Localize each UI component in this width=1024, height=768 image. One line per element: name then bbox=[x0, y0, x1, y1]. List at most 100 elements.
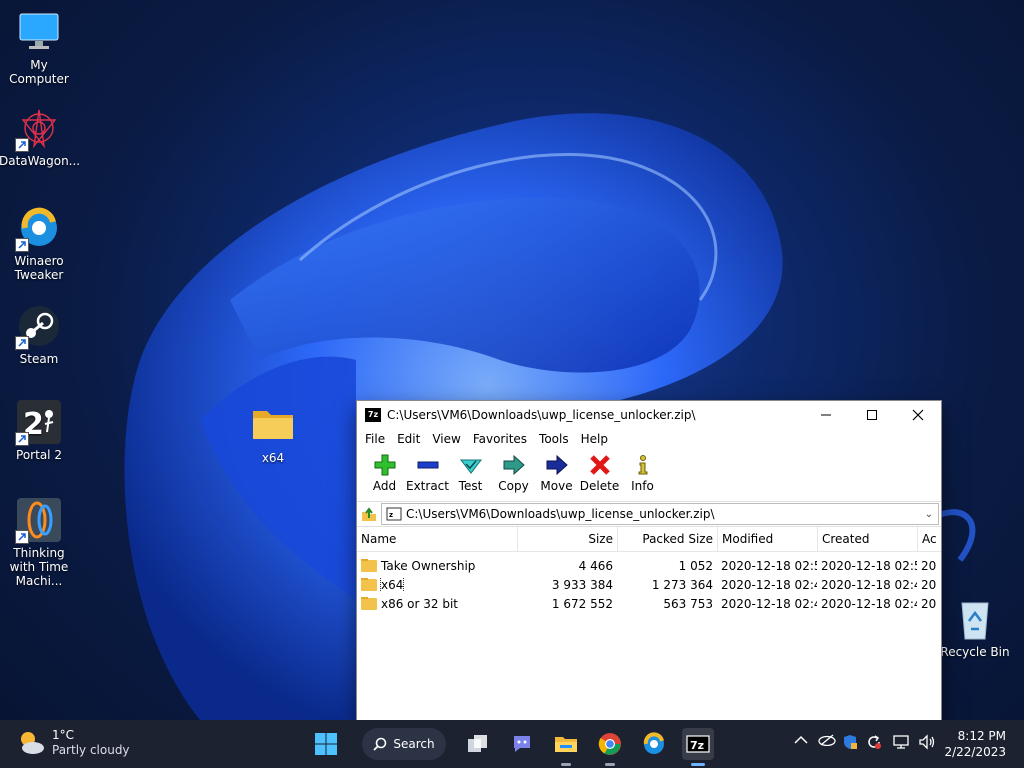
desktop-icon-label: My Computer bbox=[9, 58, 69, 86]
row-size: 1 672 552 bbox=[551, 596, 613, 611]
column-header-packed-size[interactable]: Packed Size bbox=[617, 527, 717, 551]
address-dropdown-chevron-icon[interactable]: ⌄ bbox=[920, 509, 938, 520]
delete-x-icon bbox=[589, 455, 610, 475]
copy-arrow-icon bbox=[503, 454, 525, 476]
table-row[interactable]: x64 3 933 384 1 273 364 2020-12-18 02:49… bbox=[357, 575, 941, 594]
title-bar[interactable]: 7z C:\Users\VM6\Downloads\uwp_license_un… bbox=[357, 401, 941, 429]
network-icon[interactable] bbox=[892, 734, 910, 754]
menu-edit[interactable]: Edit bbox=[391, 432, 426, 446]
add-label: Add bbox=[372, 479, 397, 493]
search-label: Search bbox=[393, 737, 435, 751]
minimize-button[interactable] bbox=[803, 401, 849, 429]
shortcut-arrow-icon bbox=[15, 530, 29, 544]
desktop-icon-datawagon[interactable]: DataWagon... bbox=[0, 106, 80, 168]
maximize-button[interactable] bbox=[849, 401, 895, 429]
up-folder-button[interactable] bbox=[357, 503, 381, 525]
file-explorer-button[interactable] bbox=[550, 728, 582, 766]
address-field[interactable]: z C:\Users\VM6\Downloads\uwp_license_unl… bbox=[381, 503, 939, 525]
taskbar-search-button[interactable]: Search bbox=[362, 728, 446, 760]
menu-favorites[interactable]: Favorites bbox=[467, 432, 533, 446]
winaero-taskbar-button[interactable] bbox=[638, 728, 670, 760]
column-header-created[interactable]: Created bbox=[817, 527, 917, 551]
desktop-icon-steam[interactable]: Steam bbox=[0, 304, 79, 366]
7zip-taskbar-button[interactable]: 7z bbox=[682, 728, 714, 766]
copy-button[interactable]: Copy bbox=[492, 449, 535, 493]
shortcut-arrow-icon bbox=[15, 336, 29, 350]
extract-button[interactable]: Extract bbox=[406, 449, 449, 493]
security-shield-icon[interactable] bbox=[842, 734, 858, 754]
info-button[interactable]: Info bbox=[621, 449, 664, 493]
menu-view[interactable]: View bbox=[426, 432, 466, 446]
clock-time: 8:12 PM bbox=[957, 729, 1006, 743]
maximize-icon bbox=[867, 410, 877, 420]
file-list-header: Name Size Packed Size Modified Created A… bbox=[357, 527, 941, 552]
volume-icon[interactable] bbox=[918, 734, 936, 754]
menu-file[interactable]: File bbox=[359, 432, 391, 446]
7zip-logo-icon: 7z bbox=[365, 408, 381, 422]
chrome-icon bbox=[598, 733, 621, 755]
toolbar: Add Extract Test Copy Move Delete Info bbox=[357, 449, 941, 502]
move-arrow-icon bbox=[546, 454, 568, 476]
move-button[interactable]: Move bbox=[535, 449, 578, 493]
running-indicator bbox=[561, 763, 571, 766]
desktop-icon-recycle-bin[interactable]: Recycle Bin bbox=[935, 597, 1015, 659]
menu-tools[interactable]: Tools bbox=[533, 432, 575, 446]
delete-button[interactable]: Delete bbox=[578, 449, 621, 493]
desktop-icon-my-computer[interactable]: My Computer bbox=[0, 10, 79, 86]
close-button[interactable] bbox=[895, 401, 941, 429]
column-header-modified[interactable]: Modified bbox=[717, 527, 817, 551]
zip-archive-icon: z bbox=[386, 507, 402, 521]
copy-label: Copy bbox=[498, 479, 529, 493]
column-header-name[interactable]: Name bbox=[357, 527, 517, 551]
desktop-icon-winaero-tweaker[interactable]: Winaero Tweaker bbox=[0, 206, 79, 282]
add-plus-icon bbox=[374, 454, 395, 476]
close-icon bbox=[912, 409, 924, 421]
teams-chat-button[interactable] bbox=[506, 728, 538, 760]
system-clock[interactable]: 8:12 PM 2/22/2023 bbox=[944, 728, 1006, 760]
extract-minus-icon bbox=[417, 461, 438, 469]
menu-help[interactable]: Help bbox=[575, 432, 614, 446]
row-packed-size: 563 753 bbox=[663, 596, 713, 611]
running-indicator bbox=[605, 763, 615, 766]
column-header-size[interactable]: Size bbox=[517, 527, 617, 551]
clock-date: 2/22/2023 bbox=[944, 745, 1006, 759]
row-size: 3 933 384 bbox=[551, 577, 613, 592]
file-list[interactable]: Name Size Packed Size Modified Created A… bbox=[357, 527, 941, 613]
address-path: C:\Users\VM6\Downloads\uwp_license_unloc… bbox=[406, 507, 715, 521]
task-view-button[interactable] bbox=[462, 728, 494, 760]
steam-icon bbox=[15, 304, 61, 350]
start-button[interactable] bbox=[310, 728, 342, 760]
address-bar: z C:\Users\VM6\Downloads\uwp_license_unl… bbox=[357, 502, 941, 527]
file-explorer-icon bbox=[555, 737, 577, 752]
row-packed-size: 1 052 bbox=[678, 558, 713, 573]
show-hidden-icons-chevron-icon[interactable] bbox=[794, 734, 808, 749]
desktop-icon-label: Winaero Tweaker bbox=[14, 254, 64, 282]
desktop-icon-thinking-with-time-machine[interactable]: Thinking with Time Machi... bbox=[0, 498, 79, 588]
desktop-icon-portal-2[interactable]: 2 Portal 2 bbox=[0, 400, 79, 462]
info-label: Info bbox=[631, 479, 654, 493]
recycle-bin-icon bbox=[953, 597, 997, 641]
7zip-file-manager-window[interactable]: 7z C:\Users\VM6\Downloads\uwp_license_un… bbox=[356, 400, 942, 722]
up-folder-icon bbox=[362, 507, 376, 521]
row-modified: 2020-12-18 02:49 bbox=[721, 577, 817, 592]
desktop-icon-x64-folder[interactable]: x64 bbox=[233, 403, 313, 465]
partly-cloudy-icon bbox=[21, 732, 44, 754]
svg-text:z: z bbox=[389, 511, 393, 519]
folder-icon bbox=[361, 577, 377, 591]
table-row[interactable]: Take Ownership 4 466 1 052 2020-12-18 02… bbox=[357, 556, 941, 575]
svg-text:7z: 7z bbox=[690, 739, 704, 752]
sync-refresh-icon[interactable] bbox=[866, 734, 882, 754]
test-button[interactable]: Test bbox=[449, 449, 492, 493]
chrome-button[interactable] bbox=[594, 728, 626, 766]
weather-widget[interactable]: 1°C Partly cloudy bbox=[16, 728, 130, 758]
taskbar: 1°C Partly cloudy Search 7z 8:12 PM 2/22… bbox=[0, 720, 1024, 768]
table-row[interactable]: x86 or 32 bit 1 672 552 563 753 2020-12-… bbox=[357, 594, 941, 613]
row-accessed: 20 bbox=[921, 558, 937, 573]
row-modified: 2020-12-18 02:50 bbox=[721, 558, 817, 573]
shortcut-arrow-icon bbox=[15, 432, 29, 446]
column-header-accessed[interactable]: Ac bbox=[917, 527, 939, 551]
desktop-icon-label: Steam bbox=[19, 352, 59, 366]
weather-condition: Partly cloudy bbox=[52, 743, 130, 757]
onedrive-cloud-icon[interactable] bbox=[818, 734, 836, 750]
add-button[interactable]: Add bbox=[363, 449, 406, 493]
